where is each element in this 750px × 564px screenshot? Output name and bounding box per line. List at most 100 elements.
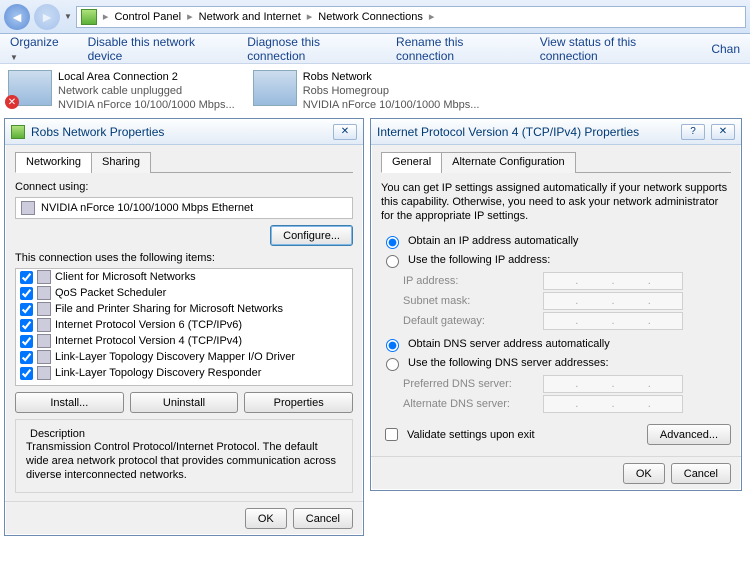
ip-address-field: ... [543,272,683,290]
dialog-network-properties: Robs Network Properties ✕ Networking Sha… [4,118,364,536]
address-bar[interactable]: ▸ Control Panel ▸ Network and Internet ▸… [76,6,746,28]
validate-label: Validate settings upon exit [407,429,535,441]
info-text: You can get IP settings assigned automat… [381,181,731,223]
ok-button[interactable]: OK [245,508,287,529]
item-label: Internet Protocol Version 4 (TCP/IPv4) [55,335,242,347]
dialog-title: Internet Protocol Version 4 (TCP/IPv4) P… [377,125,639,139]
close-button[interactable]: ✕ [333,124,357,140]
bc-sep: ▸ [307,10,313,23]
adns-field: ... [543,395,683,413]
dialog-icon [11,125,25,139]
validate-checkbox[interactable] [385,428,398,441]
radio-label: Obtain DNS server address automatically [408,338,610,350]
radio-auto-dns[interactable] [386,339,399,352]
uninstall-button[interactable]: Uninstall [130,392,239,413]
component-icon [37,318,51,332]
view-status[interactable]: View status of this connection [540,35,692,63]
rename-connection[interactable]: Rename this connection [396,35,520,63]
organize-menu[interactable]: Organize ▼ [10,35,68,63]
list-item[interactable]: Internet Protocol Version 6 (TCP/IPv6) [16,317,352,333]
close-button[interactable]: ✕ [711,124,735,140]
item-label: Client for Microsoft Networks [55,271,196,283]
connect-using-label: Connect using: [15,181,353,193]
tab-alternate[interactable]: Alternate Configuration [441,152,576,173]
subnet-field: ... [543,292,683,310]
list-item[interactable]: Link-Layer Topology Discovery Responder [16,365,352,381]
bc-sep: ▸ [187,10,193,23]
component-icon [37,366,51,380]
list-item[interactable]: Link-Layer Topology Discovery Mapper I/O… [16,349,352,365]
component-icon [37,286,51,300]
radio-label: Use the following IP address: [408,254,550,266]
description-label: Description [26,428,89,440]
radio-manual-ip[interactable] [386,255,399,268]
back-button[interactable]: ◄ [4,4,30,30]
net-adapter: NVIDIA nForce 10/100/1000 Mbps... [303,98,480,112]
error-icon: ✕ [5,95,19,109]
gateway-label: Default gateway: [403,315,543,327]
gateway-field: ... [543,312,683,330]
breadcrumb-control-panel[interactable]: Control Panel [114,11,181,23]
network-item-lac2[interactable]: ✕ Local Area Connection 2 Network cable … [8,70,235,112]
item-checkbox[interactable] [20,303,33,316]
item-checkbox[interactable] [20,271,33,284]
list-item[interactable]: Internet Protocol Version 4 (TCP/IPv4) [16,333,352,349]
install-button[interactable]: Install... [15,392,124,413]
radio-auto-ip[interactable] [386,236,399,249]
subnet-label: Subnet mask: [403,295,543,307]
items-label: This connection uses the following items… [15,252,353,264]
component-icon [37,302,51,316]
item-checkbox[interactable] [20,351,33,364]
forward-button[interactable]: ► [34,4,60,30]
list-item[interactable]: QoS Packet Scheduler [16,285,352,301]
cancel-button[interactable]: Cancel [293,508,353,529]
item-checkbox[interactable] [20,335,33,348]
properties-button[interactable]: Properties [244,392,353,413]
adapter-name: NVIDIA nForce 10/100/1000 Mbps Ethernet [41,202,253,214]
bc-sep: ▸ [429,10,435,23]
dialog-title: Robs Network Properties [31,125,164,139]
network-item-robs[interactable]: Robs Network Robs Homegroup NVIDIA nForc… [253,70,480,112]
network-icon: ✕ [8,70,52,106]
radio-manual-dns[interactable] [386,358,399,371]
component-icon [37,334,51,348]
network-icon [253,70,297,106]
net-status: Network cable unplugged [58,84,235,98]
ok-button[interactable]: OK [623,463,665,484]
net-adapter: NVIDIA nForce 10/100/1000 Mbps... [58,98,235,112]
help-button[interactable]: ? [681,124,705,140]
cancel-button[interactable]: Cancel [671,463,731,484]
advanced-button[interactable]: Advanced... [647,424,731,445]
radio-label: Use the following DNS server addresses: [408,357,609,369]
pdns-label: Preferred DNS server: [403,378,543,390]
components-list[interactable]: Client for Microsoft Networks QoS Packet… [15,268,353,386]
net-status: Robs Homegroup [303,84,480,98]
dialog-tcpip-properties: Internet Protocol Version 4 (TCP/IPv4) P… [370,118,742,491]
tab-general[interactable]: General [381,152,442,173]
item-checkbox[interactable] [20,319,33,332]
description-text: Transmission Control Protocol/Internet P… [26,440,342,482]
component-icon [37,270,51,284]
list-item[interactable]: Client for Microsoft Networks [16,269,352,285]
diagnose-connection[interactable]: Diagnose this connection [247,35,376,63]
breadcrumb-network-connections[interactable]: Network Connections [318,11,423,23]
item-label: File and Printer Sharing for Microsoft N… [55,303,283,315]
adapter-display: NVIDIA nForce 10/100/1000 Mbps Ethernet [15,197,353,219]
ip-address-label: IP address: [403,275,543,287]
tab-networking[interactable]: Networking [15,152,92,173]
breadcrumb-network-internet[interactable]: Network and Internet [199,11,301,23]
configure-button[interactable]: Configure... [270,225,353,246]
list-item[interactable]: File and Printer Sharing for Microsoft N… [16,301,352,317]
tab-sharing[interactable]: Sharing [91,152,151,173]
item-checkbox[interactable] [20,287,33,300]
radio-label: Obtain an IP address automatically [408,235,578,247]
bc-sep: ▸ [103,10,109,23]
disable-device[interactable]: Disable this network device [88,35,228,63]
history-dropdown[interactable]: ▼ [64,12,72,21]
item-label: Link-Layer Topology Discovery Mapper I/O… [55,351,295,363]
control-panel-icon [81,9,97,25]
item-checkbox[interactable] [20,367,33,380]
adns-label: Alternate DNS server: [403,398,543,410]
change-settings[interactable]: Chan [711,42,740,56]
item-label: QoS Packet Scheduler [55,287,166,299]
